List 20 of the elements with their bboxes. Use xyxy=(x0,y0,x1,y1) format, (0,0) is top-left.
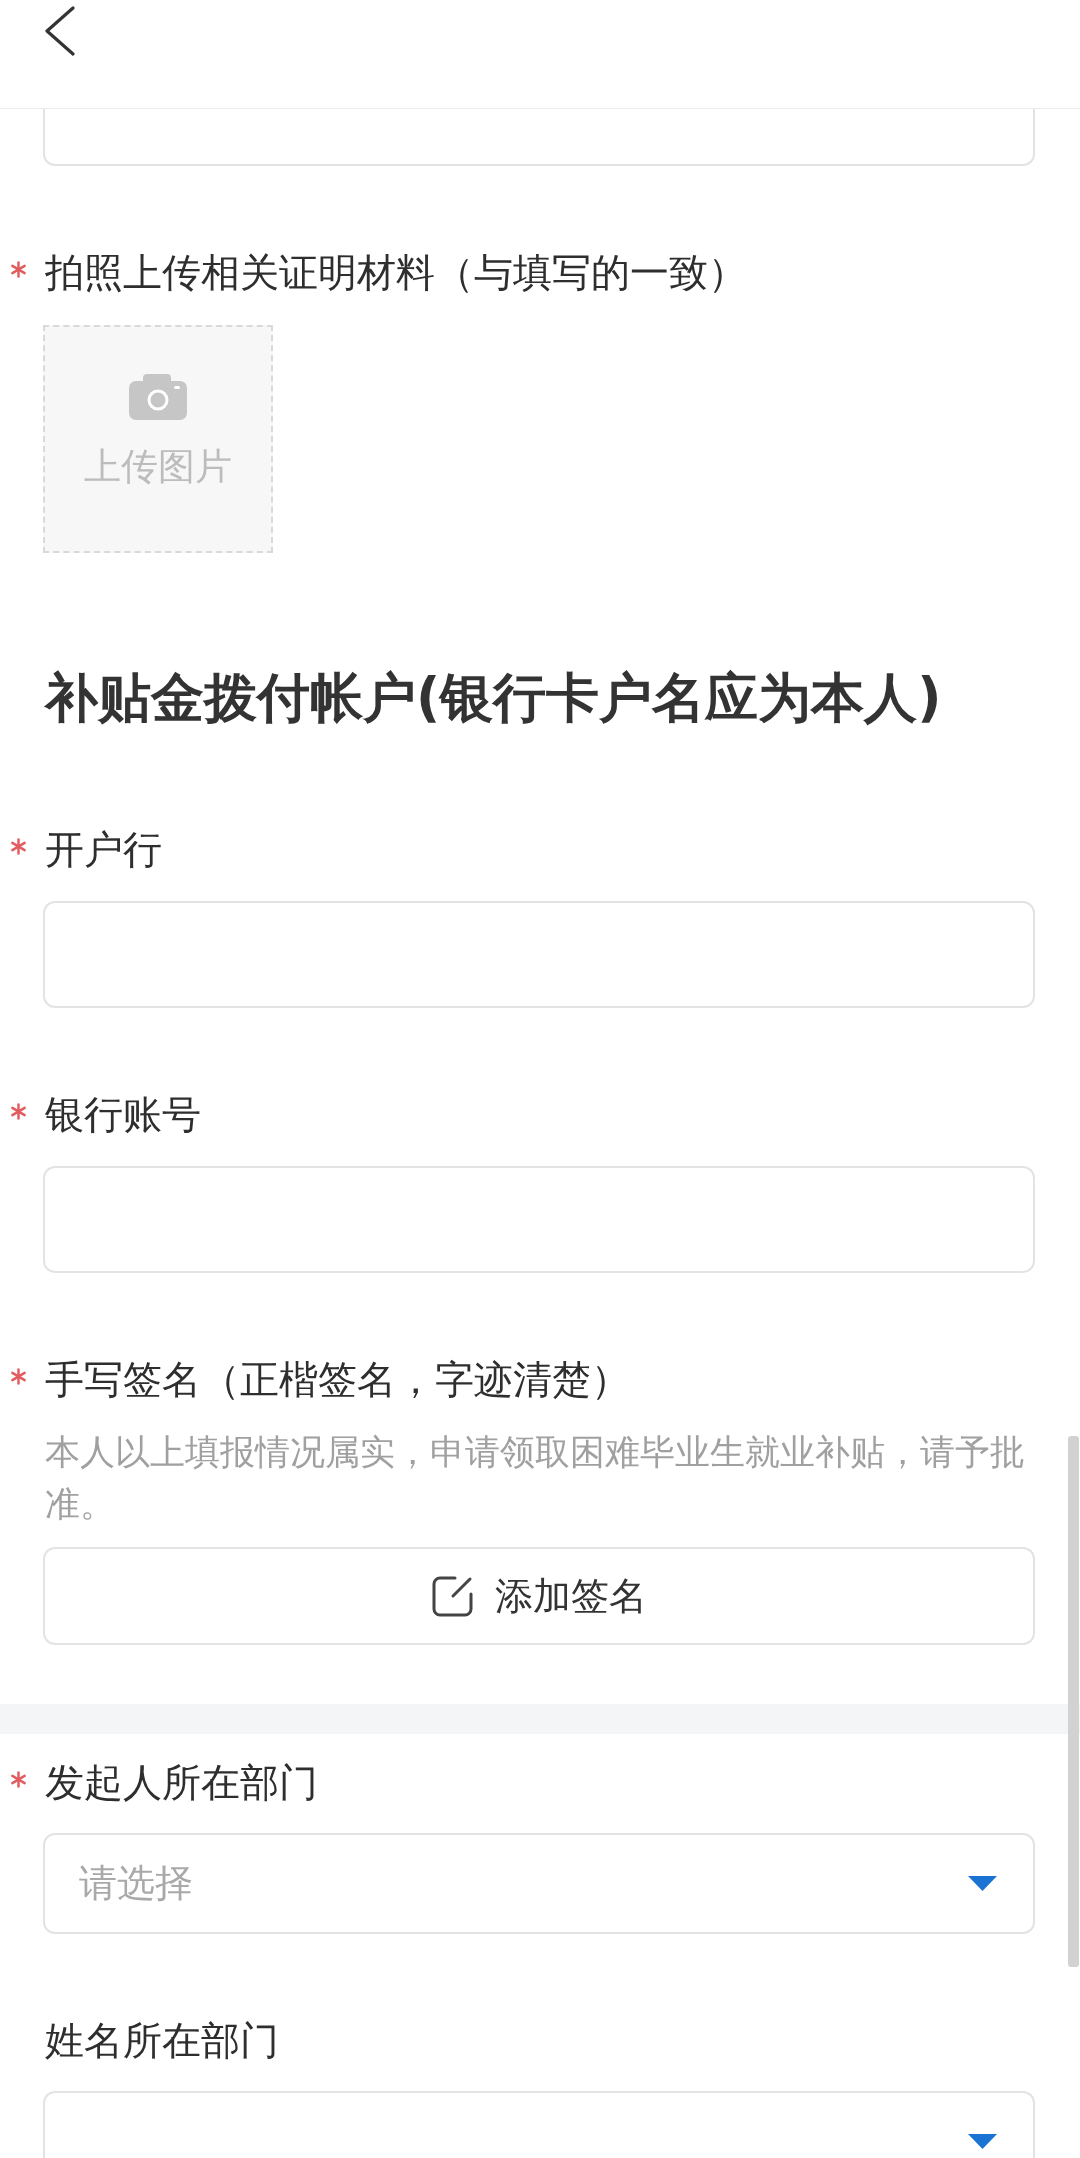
input-field[interactable] xyxy=(43,901,1035,1008)
field-label: 开户行 xyxy=(45,826,162,874)
dropdown-field[interactable] xyxy=(43,2091,1035,2158)
caret-down-icon xyxy=(968,1876,997,1891)
camera-icon xyxy=(129,374,187,420)
field-label: 手写签名（正楷签名，字迹清楚） xyxy=(45,1356,630,1404)
input-field[interactable] xyxy=(43,109,1035,166)
add-signature-button[interactable]: 添加签名 xyxy=(43,1547,1035,1645)
caret-down-icon xyxy=(968,2134,997,2149)
field-label: 姓名所在部门 xyxy=(45,2017,279,2065)
field-label: 拍照上传相关证明材料（与填写的一致） xyxy=(45,249,747,297)
input-field[interactable] xyxy=(43,1166,1035,1273)
field-label: 发起人所在部门 xyxy=(45,1759,318,1807)
declaration-text: 本人以上填报情况属实，申请领取困难毕业生就业补贴，请予批准。 xyxy=(44,1431,1026,1526)
upload-image-button[interactable]: 上传图片 xyxy=(43,325,273,553)
back-icon[interactable] xyxy=(44,6,75,56)
dropdown-field[interactable]: 请选择 xyxy=(43,1833,1035,1934)
section-heading: 补贴金拨付帐户(银行卡户名应为本人) xyxy=(43,666,943,730)
field-label: 银行账号 xyxy=(45,1091,201,1139)
edit-icon xyxy=(431,1574,474,1618)
